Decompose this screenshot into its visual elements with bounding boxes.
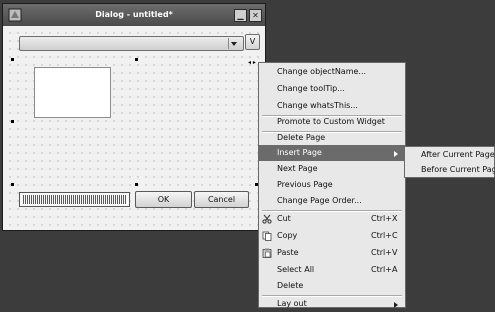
menu-item-change-objectname[interactable]: Change objectName...	[259, 64, 405, 80]
slider-ticks	[23, 195, 126, 204]
selection-arrows-icon: ◂ ▸	[248, 59, 256, 66]
context-menu: Change objectName... Change toolTip... C…	[258, 62, 406, 308]
insert-page-submenu: After Current Page Before Current Page	[404, 146, 495, 178]
menu-item-next-page[interactable]: Next Page	[259, 161, 405, 177]
menu-item-paste[interactable]: Paste Ctrl+V	[259, 245, 405, 261]
menu-item-change-tooltip[interactable]: Change toolTip...	[259, 81, 405, 97]
menu-item-label: Copy	[277, 231, 298, 240]
menu-item-insert-page[interactable]: Insert Page	[259, 145, 405, 161]
title-bar[interactable]: Dialog - untitled* ▁ ✕	[3, 4, 265, 26]
shortcut-label: Ctrl+X	[371, 214, 398, 223]
menu-item-label: Change whatsThis...	[277, 101, 358, 110]
close-button[interactable]: ✕	[249, 9, 262, 22]
menu-item-delete-page[interactable]: Delete Page	[259, 129, 405, 145]
menu-item-label: Previous Page	[277, 180, 333, 189]
scissors-icon	[262, 214, 272, 224]
menu-item-label: Lay out	[277, 299, 307, 308]
menu-item-change-whatsthis[interactable]: Change whatsThis...	[259, 98, 405, 114]
menu-item-copy[interactable]: Copy Ctrl+C	[259, 228, 405, 244]
selection-handle[interactable]	[11, 183, 14, 186]
submenu-item-label: Before Current Page	[421, 165, 495, 174]
submenu-item-before-current-page[interactable]: Before Current Page	[405, 162, 495, 177]
selection-handle[interactable]	[135, 58, 138, 61]
submenu-arrow-icon	[394, 151, 398, 157]
selection-handle[interactable]	[11, 120, 14, 123]
menu-item-label: Change toolTip...	[277, 84, 345, 93]
submenu-item-after-current-page[interactable]: After Current Page	[405, 147, 495, 162]
menu-item-label: Cut	[277, 214, 291, 223]
menu-item-label: Delete Page	[277, 133, 326, 142]
paste-icon	[262, 248, 272, 258]
menu-item-label: Next Page	[277, 164, 318, 173]
shortcut-label: Ctrl+A	[371, 265, 398, 274]
menu-item-select-all[interactable]: Select All Ctrl+A	[259, 262, 405, 278]
menu-item-lay-out[interactable]: Lay out	[259, 296, 405, 308]
menu-item-label: Paste	[277, 248, 299, 257]
submenu-arrow-icon	[394, 302, 398, 308]
selection-handle[interactable]	[135, 183, 138, 186]
menu-item-label: Change Page Order...	[277, 196, 362, 205]
window-title: Dialog - untitled*	[95, 10, 173, 19]
ok-button[interactable]: OK	[135, 191, 192, 208]
shortcut-label: Ctrl+V	[371, 248, 398, 257]
v-button[interactable]: V	[245, 34, 260, 50]
shortcut-label: Ctrl+C	[371, 231, 398, 240]
menu-item-label: Insert Page	[277, 148, 322, 157]
frame-widget[interactable]	[34, 67, 111, 118]
menu-item-label: Select All	[277, 265, 315, 274]
menu-item-label: Promote to Custom Widget	[277, 117, 385, 126]
combo-box[interactable]	[19, 36, 244, 51]
menu-item-label: Change objectName...	[277, 67, 367, 76]
menu-item-promote-custom-widget[interactable]: Promote to Custom Widget	[259, 113, 405, 129]
submenu-item-label: After Current Page	[421, 150, 495, 159]
minimize-button[interactable]: ▁	[234, 9, 247, 22]
menu-item-cut[interactable]: Cut Ctrl+X	[259, 211, 405, 227]
selection-handle[interactable]	[11, 58, 14, 61]
menu-item-label: Delete	[277, 281, 304, 290]
menu-item-delete[interactable]: Delete	[259, 278, 405, 294]
menu-item-change-page-order[interactable]: Change Page Order...	[259, 193, 405, 209]
cancel-button[interactable]: Cancel	[194, 191, 249, 208]
menu-item-previous-page[interactable]: Previous Page	[259, 177, 405, 193]
copy-icon	[262, 231, 272, 241]
chevron-down-icon[interactable]	[228, 38, 238, 49]
